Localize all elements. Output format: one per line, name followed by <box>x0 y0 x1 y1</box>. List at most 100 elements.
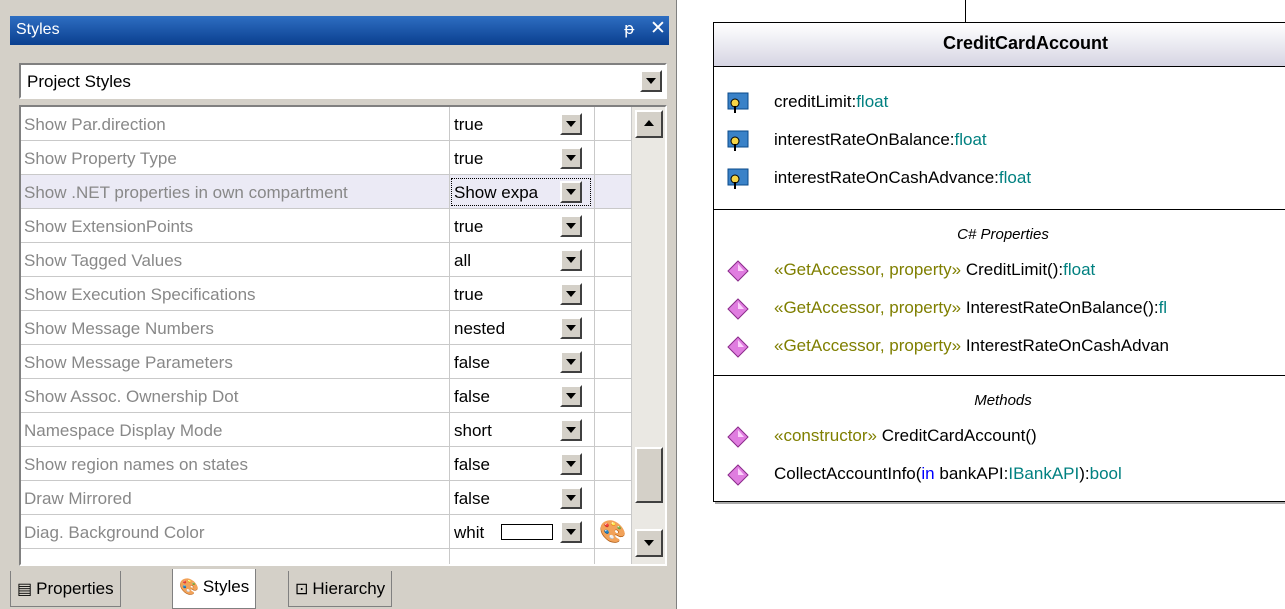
style-value[interactable]: true <box>454 115 554 135</box>
class-name[interactable]: CreditCardAccount <box>943 33 1108 54</box>
stereotype: «GetAccessor, property» <box>774 298 962 317</box>
tab-properties[interactable]: ▤ Properties <box>10 571 121 607</box>
style-value[interactable]: false <box>454 455 554 475</box>
chevron-down-icon[interactable] <box>560 453 582 475</box>
style-row[interactable]: Show Par.direction true <box>21 107 631 141</box>
attribute-name: interestRateOnCashAdvance: <box>774 168 999 187</box>
style-value[interactable]: false <box>454 489 554 509</box>
public-operation-icon <box>727 298 749 320</box>
chevron-down-icon[interactable] <box>640 70 662 92</box>
scroll-thumb[interactable] <box>635 447 663 503</box>
style-value[interactable]: nested <box>454 319 554 339</box>
param-type: IBankAPI <box>1008 464 1080 483</box>
property-type: fl <box>1158 298 1168 317</box>
tab-styles[interactable]: 🎨 Styles <box>172 569 257 609</box>
chevron-down-icon[interactable] <box>560 385 582 407</box>
chevron-down-icon[interactable] <box>560 215 582 237</box>
style-value[interactable]: true <box>454 149 554 169</box>
connector-line <box>965 0 966 22</box>
public-operation-icon <box>727 260 749 282</box>
attribute-type: float <box>998 168 1032 187</box>
private-attribute-icon <box>727 92 749 113</box>
chevron-down-icon[interactable] <box>560 181 582 203</box>
property-name: InterestRateOnCashAdvan <box>961 336 1169 355</box>
style-row[interactable]: Diag. Background Color whit 🎨 <box>21 515 631 549</box>
style-value[interactable]: short <box>454 421 554 441</box>
chevron-down-icon[interactable] <box>560 317 582 339</box>
style-value[interactable]: true <box>454 285 554 305</box>
style-row-partial[interactable] <box>21 549 631 564</box>
property-name: InterestRateOnBalance(): <box>961 298 1159 317</box>
chevron-down-icon[interactable] <box>560 283 582 305</box>
private-attribute-icon <box>727 168 749 189</box>
vertical-scrollbar[interactable] <box>631 107 665 564</box>
style-row[interactable]: Show Property Type true <box>21 141 631 175</box>
style-name: Show Tagged Values <box>24 251 183 270</box>
chevron-down-icon[interactable] <box>560 249 582 271</box>
style-row[interactable]: Show ExtensionPoints true <box>21 209 631 243</box>
panel-titlebar: Styles ᵽ ✕ <box>10 16 669 45</box>
tab-hierarchy[interactable]: ⊡ Hierarchy <box>288 571 393 607</box>
style-row[interactable]: Show Message Numbers nested <box>21 311 631 345</box>
style-row[interactable]: Draw Mirrored false <box>21 481 631 515</box>
chevron-down-icon[interactable] <box>560 521 582 543</box>
properties-icon: ▤ <box>17 581 33 598</box>
public-operation-icon <box>727 464 749 486</box>
stereotype: «GetAccessor, property» <box>774 260 962 279</box>
palette-icon: 🎨 <box>179 579 199 596</box>
style-row-selected[interactable]: Show .NET properties in own compartment … <box>21 175 631 209</box>
close-icon[interactable]: ✕ <box>650 17 666 39</box>
stereotype: «constructor» <box>774 426 877 445</box>
chevron-down-icon[interactable] <box>560 113 582 135</box>
color-swatch <box>501 524 553 540</box>
compartment-divider <box>714 375 1285 376</box>
style-name: Show Assoc. Ownership Dot <box>24 387 239 406</box>
style-scope-select[interactable]: Project Styles <box>19 63 667 99</box>
styles-panel: Styles ᵽ ✕ Project Styles Show Par.direc… <box>0 0 677 609</box>
style-name: Show ExtensionPoints <box>24 217 194 236</box>
style-row[interactable]: Show Tagged Values all <box>21 243 631 277</box>
style-name: Show Property Type <box>24 149 177 168</box>
chevron-down-icon[interactable] <box>560 147 582 169</box>
method-close: ): <box>1079 464 1090 483</box>
method-name: CollectAccountInfo( <box>774 464 922 483</box>
scroll-up-icon[interactable] <box>635 110 663 138</box>
style-name: Show region names on states <box>24 455 248 474</box>
style-value[interactable]: false <box>454 387 554 407</box>
style-value[interactable]: false <box>454 353 554 373</box>
class-header: CreditCardAccount <box>714 23 1285 67</box>
style-value[interactable]: whit <box>454 523 500 543</box>
style-name: Draw Mirrored <box>24 489 132 508</box>
scroll-down-icon[interactable] <box>635 529 663 557</box>
style-value[interactable]: Show expa <box>454 183 554 203</box>
tab-label: Styles <box>202 577 250 596</box>
style-row[interactable]: Show Message Parameters false <box>21 345 631 379</box>
public-operation-icon <box>727 426 749 448</box>
property-name: CreditLimit(): <box>961 260 1064 279</box>
private-attribute-icon <box>727 130 749 151</box>
style-name: Show Message Numbers <box>24 319 214 338</box>
style-value[interactable]: all <box>454 251 554 271</box>
return-type: bool <box>1089 464 1122 483</box>
stereotype: «GetAccessor, property» <box>774 336 962 355</box>
tab-label: Properties <box>36 579 114 598</box>
style-row[interactable]: Show Execution Specifications true <box>21 277 631 311</box>
chevron-down-icon[interactable] <box>560 487 582 509</box>
property-type: float <box>1063 260 1096 279</box>
style-row[interactable]: Show Assoc. Ownership Dot false <box>21 379 631 413</box>
param-name: bankAPI: <box>934 464 1009 483</box>
attribute-type: float <box>856 92 889 111</box>
style-row[interactable]: Show region names on states false <box>21 447 631 481</box>
chevron-down-icon[interactable] <box>560 351 582 373</box>
compartment-divider <box>714 209 1285 210</box>
properties-title: C# Properties <box>957 226 1049 243</box>
style-name: Diag. Background Color <box>24 523 205 542</box>
palette-icon[interactable]: 🎨 <box>599 519 626 545</box>
class-box[interactable]: CreditCardAccount creditLimit:float inte… <box>713 22 1285 502</box>
chevron-down-icon[interactable] <box>560 419 582 441</box>
pin-icon[interactable]: ᵽ <box>624 19 635 38</box>
attribute-name: interestRateOnBalance: <box>774 130 955 149</box>
style-row[interactable]: Namespace Display Mode short <box>21 413 631 447</box>
style-value[interactable]: true <box>454 217 554 237</box>
panel-tabs: ▤ Properties 🎨 Styles ⊡ Hierarchy <box>10 569 669 609</box>
